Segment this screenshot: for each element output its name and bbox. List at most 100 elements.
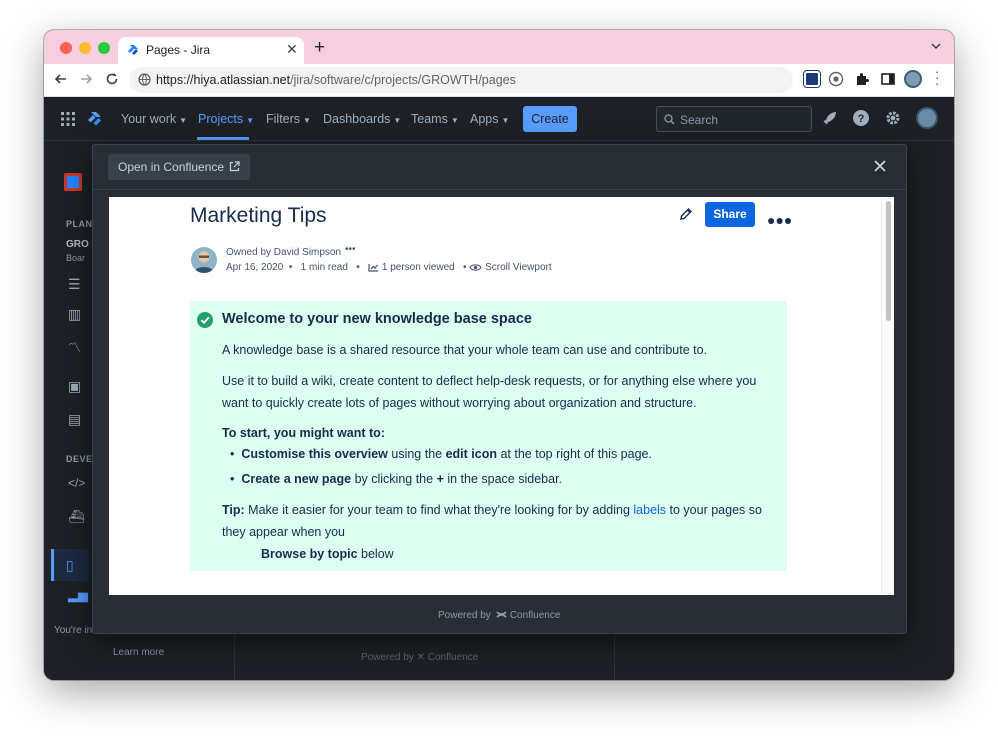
tip-paragraph-line2: they appear when you [222,525,346,539]
scrollbar-thumb[interactable] [886,201,891,321]
owner-more-icon[interactable]: ••• [345,244,356,255]
timeline-icon[interactable]: ☰ [68,276,81,293]
jira-top-nav: Your work ▼ Projects ▼ Filters ▼ Dashboards… [44,97,954,141]
nav-projects[interactable]: Projects ▼ [198,112,254,126]
view-count[interactable]: 1 person viewed [382,262,455,273]
settings-gear-icon[interactable] [884,109,902,127]
confluence-page-content: Marketing Tips Share ●●● Owned by David … [109,197,894,595]
issues-icon[interactable]: ▣ [68,378,81,395]
modal-divider [93,189,906,190]
chevron-down-icon: ▼ [179,116,188,125]
analytics-icon [368,264,379,272]
back-icon[interactable] [54,72,68,86]
more-actions-icon[interactable]: ●●● [767,212,792,228]
password-manager-icon[interactable] [804,71,820,87]
list-item-text: by clicking the [351,472,437,486]
releases-icon[interactable]: ▤ [68,411,81,428]
jira-home-logo-icon[interactable] [86,110,104,128]
app-switcher-icon[interactable] [61,112,75,126]
tip-text: Make it easier for your team to find wha… [244,503,634,517]
forward-icon[interactable] [79,72,93,86]
sidebar-section-planning: PLAN [66,219,93,229]
list-item-bold: Create a new page [241,472,352,486]
chevron-down-icon: ▼ [393,116,402,125]
author-avatar[interactable] [191,247,217,273]
chevron-down-icon: ▼ [450,116,459,125]
reload-icon[interactable] [105,72,119,86]
maximize-window-icon[interactable] [98,42,110,54]
tab-strip: Pages - Jira ✕ + [44,30,954,64]
browser-menu-icon[interactable]: · · · [935,65,939,90]
close-modal-icon[interactable] [873,159,887,173]
site-info-icon[interactable] [138,73,151,86]
tab-title: Pages - Jira [146,43,211,57]
tip-label: Tip: [222,503,245,517]
nav-your-work-label: Your work [121,112,177,126]
nav-filters[interactable]: Filters ▼ [266,112,311,126]
sidebar-section-development: DEVE [66,454,93,464]
browse-line: Browse by topic below [261,543,816,565]
profile-avatar[interactable] [904,70,922,88]
nav-apps[interactable]: Apps ▼ [470,112,509,126]
privacy-extension-icon[interactable] [828,71,844,87]
code-icon[interactable]: </> [68,476,85,490]
browse-bold: Browse by topic [261,547,358,561]
minimize-window-icon[interactable] [79,42,91,54]
browser-tab[interactable]: Pages - Jira ✕ [118,37,304,64]
create-button[interactable]: Create [523,106,577,132]
metrics-icon[interactable]: ▂▅ [68,587,88,603]
open-in-confluence-button[interactable]: Open in Confluence [108,154,251,180]
close-window-icon[interactable] [60,42,72,54]
list-item-text: in the space sidebar. [443,472,563,486]
page-meta: Apr 16, 2020 • 1 min read • 1 person vie… [226,262,552,273]
nav-dashboards[interactable]: Dashboards ▼ [323,112,401,126]
nav-your-work[interactable]: Your work ▼ [121,112,187,126]
address-bar[interactable]: https://hiya.atlassian.net/jira/software… [129,67,793,93]
search-placeholder: Search [680,113,719,127]
scroll-viewport-link[interactable]: Scroll Viewport [485,262,552,273]
tab-close-icon[interactable]: ✕ [286,41,298,58]
board-icon[interactable]: ▥ [68,306,81,323]
edit-pencil-icon[interactable] [679,207,693,221]
nav-filters-label: Filters [266,112,301,126]
check-circle-icon [197,312,213,328]
jira-logo-icon [128,45,138,55]
sidebar-footer-text: You're in [54,625,93,636]
side-panel-icon[interactable] [880,71,896,87]
sidebar-item-pages[interactable]: ▯ [51,549,89,581]
list-item-bold: + [436,472,444,486]
search-input[interactable]: Search [656,106,812,132]
chevron-down-icon[interactable] [931,41,941,51]
nav-teams[interactable]: Teams ▼ [411,112,459,126]
project-avatar[interactable] [64,173,82,191]
external-link-icon [229,161,240,172]
confluence-logo-icon [496,611,507,618]
list-item-text: using the [387,447,446,461]
user-avatar[interactable] [916,107,938,129]
open-in-confluence-label: Open in Confluence [118,160,225,174]
nav-projects-label: Projects [198,112,244,126]
reports-icon[interactable]: 〽 [68,337,81,356]
bg-powered-by: Powered by ✕ Confluence [361,652,479,663]
start-heading: To start, you might want to: [222,426,385,440]
meta-separator: • [457,262,467,273]
new-tab-icon[interactable]: + [314,37,325,59]
browse-text: below [357,547,394,561]
notifications-rocket-icon[interactable] [822,110,838,126]
use-paragraph-line2: want to quickly create lots of pages wit… [222,396,697,410]
help-icon[interactable]: ? [852,109,870,127]
confluence-page-modal: Open in Confluence Marketing Tips Share … [92,144,907,634]
powered-by-label: Powered by [438,610,491,621]
deployments-icon[interactable]: ⛴ [68,509,85,525]
confluence-label: Confluence [509,610,561,621]
learn-more-link[interactable]: Learn more [113,647,164,658]
extensions-puzzle-icon[interactable] [854,71,870,87]
labels-link[interactable]: labels [633,503,666,517]
page-scrollbar[interactable] [881,197,894,595]
bg-powered-by-label: Powered by [361,652,414,663]
use-paragraph-line1: Use it to build a wiki, create content t… [222,374,757,388]
nav-teams-label: Teams [411,112,448,126]
active-nav-indicator [197,137,249,140]
share-button[interactable]: Share [705,202,755,227]
meta-separator: • [286,262,298,273]
